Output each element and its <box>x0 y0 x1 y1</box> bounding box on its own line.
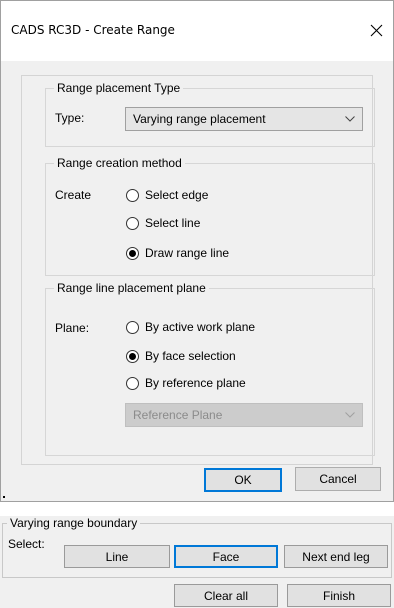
finish-button[interactable]: Finish <box>287 584 391 607</box>
radio-draw-range-line-label: Draw range line <box>145 246 230 260</box>
ok-button[interactable]: OK <box>204 468 282 492</box>
separator-dot <box>3 496 5 498</box>
radio-indicator <box>126 320 139 334</box>
reference-plane-dropdown-value: Reference Plane <box>133 408 223 422</box>
radio-by-face-selection[interactable]: By face selection <box>126 347 236 365</box>
radio-indicator <box>126 216 139 230</box>
type-label: Type: <box>55 111 85 125</box>
radio-by-active-work-plane-label: By active work plane <box>145 320 256 334</box>
clear-all-button[interactable]: Clear all <box>174 584 278 607</box>
radio-by-active-work-plane[interactable]: By active work plane <box>126 318 255 336</box>
radio-indicator-selected <box>126 349 139 363</box>
title-bar: CADS RC3D - Create Range <box>1 1 393 61</box>
radio-indicator-selected <box>126 246 139 260</box>
varying-range-boundary-panel: Varying range boundary Select: Line Face… <box>0 516 394 608</box>
radio-select-edge[interactable]: Select edge <box>126 186 208 204</box>
cancel-button[interactable]: Cancel <box>295 467 381 491</box>
chevron-down-icon <box>343 111 357 127</box>
select-label: Select: <box>8 537 45 551</box>
range-line-placement-plane-group: Range line placement plane <box>45 281 375 456</box>
close-button[interactable] <box>363 15 389 45</box>
radio-select-edge-label: Select edge <box>145 188 209 202</box>
reference-plane-dropdown[interactable]: Reference Plane <box>125 403 363 427</box>
type-dropdown-value: Varying range placement <box>133 112 266 126</box>
radio-select-line-label: Select line <box>145 216 201 230</box>
radio-by-reference-plane-label: By reference plane <box>145 376 246 390</box>
range-creation-method-legend: Range creation method <box>57 156 182 170</box>
type-dropdown[interactable]: Varying range placement <box>125 107 363 131</box>
radio-indicator <box>126 376 139 390</box>
create-label: Create <box>55 188 92 202</box>
next-end-leg-button[interactable]: Next end leg <box>284 545 388 568</box>
line-button[interactable]: Line <box>64 545 170 568</box>
chevron-down-icon <box>343 407 357 423</box>
plane-label: Plane: <box>55 321 90 335</box>
close-icon <box>370 24 382 36</box>
range-line-placement-plane-legend: Range line placement plane <box>57 281 206 295</box>
dialog-title: CADS RC3D - Create Range <box>11 23 175 37</box>
radio-by-face-selection-label: By face selection <box>145 349 236 363</box>
radio-draw-range-line[interactable]: Draw range line <box>126 244 229 262</box>
radio-select-line[interactable]: Select line <box>126 214 200 232</box>
range-placement-type-legend: Range placement Type <box>57 81 181 95</box>
radio-indicator <box>126 188 139 202</box>
create-range-dialog: CADS RC3D - Create Range Range placement… <box>0 0 394 502</box>
face-button[interactable]: Face <box>174 545 278 568</box>
radio-by-reference-plane[interactable]: By reference plane <box>126 374 246 392</box>
varying-range-boundary-legend: Varying range boundary <box>10 516 138 530</box>
